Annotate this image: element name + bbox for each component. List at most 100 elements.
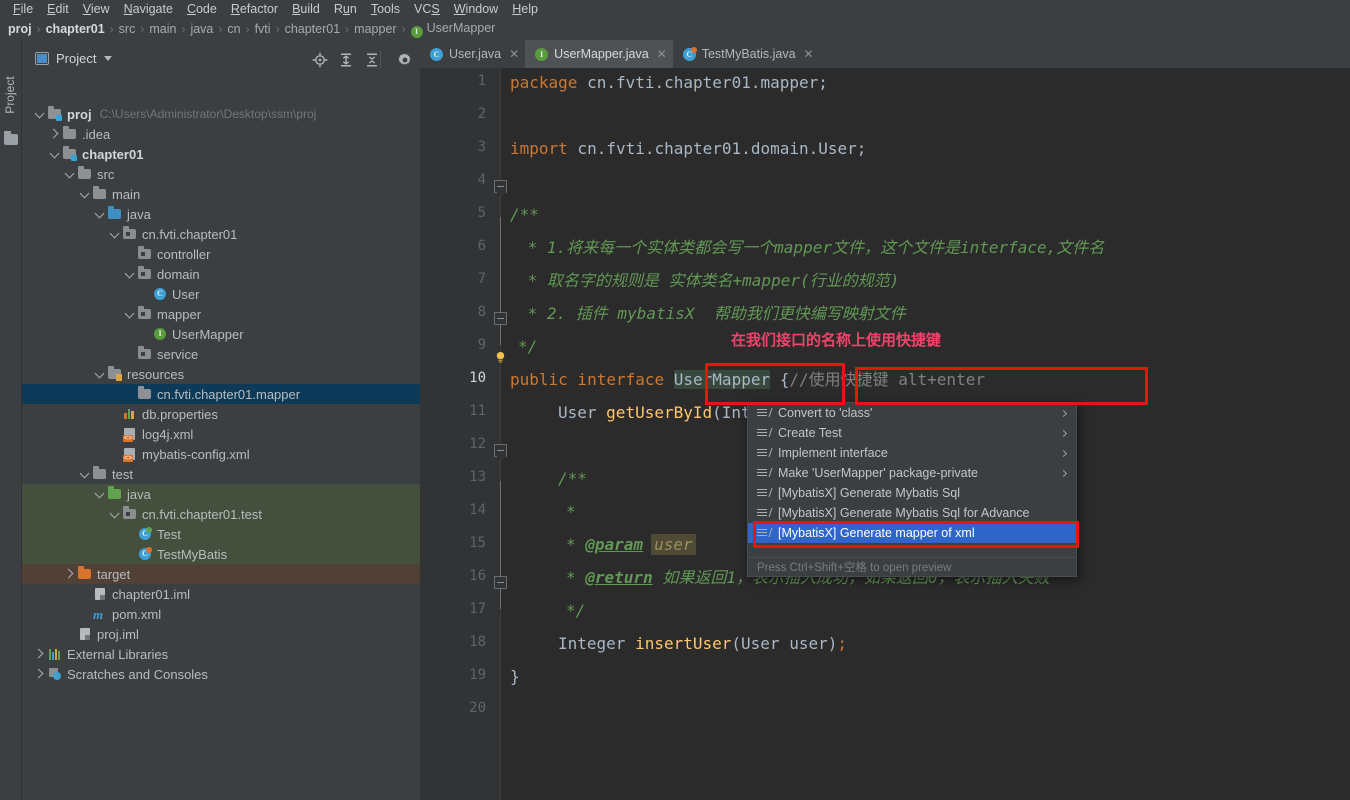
tree-item-controller[interactable]: controller: [22, 244, 420, 264]
tree-item-target[interactable]: target: [22, 564, 420, 584]
tree-item-db-properties[interactable]: db.properties: [22, 404, 420, 424]
menu-item-run[interactable]: Run: [327, 0, 364, 18]
chevron-down-icon[interactable]: [47, 147, 61, 161]
tree-item-resources[interactable]: resources: [22, 364, 420, 384]
close-icon[interactable]: ✕: [804, 47, 814, 61]
chevron-down-icon[interactable]: [92, 487, 106, 501]
breadcrumb-item-chapter01[interactable]: chapter01: [46, 22, 105, 36]
breadcrumb-item-chapter01[interactable]: chapter01: [285, 22, 341, 36]
breadcrumb-item-fvti[interactable]: fvti: [255, 22, 271, 36]
properties-file-icon: [122, 407, 137, 421]
chevron-down-icon[interactable]: [107, 507, 121, 521]
fold-marker-line-13[interactable]: [494, 444, 507, 457]
editor-tab-user-java[interactable]: C User.java ✕: [420, 40, 525, 68]
editor-tab-testmybatis-java[interactable]: C TestMyBatis.java ✕: [673, 40, 820, 68]
tree-item-java[interactable]: java: [22, 484, 420, 504]
chevron-down-icon[interactable]: [122, 267, 136, 281]
menu-item-view[interactable]: View: [76, 0, 117, 18]
tree-item-proj[interactable]: proj C:\Users\Administrator\Desktop\ssm\p…: [22, 104, 420, 124]
chevron-right-icon: [1059, 429, 1068, 437]
editor-gutter[interactable]: 1 2 3 4 5 6 7 8 9 10 11 12 13 14 15 16 17 18 19 20: [420, 68, 500, 800]
tree-item-user[interactable]: C User: [22, 284, 420, 304]
intention-item-2[interactable]: Implement interface: [748, 443, 1076, 463]
locate-file-icon[interactable]: [312, 52, 328, 68]
chevron-right-icon[interactable]: [32, 667, 46, 681]
settings-gear-icon[interactable]: [397, 52, 413, 68]
tree-item-scratches-and-consoles[interactable]: Scratches and Consoles: [22, 664, 420, 684]
tree-item-usermapper[interactable]: I UserMapper: [22, 324, 420, 344]
intention-bulb-icon[interactable]: [494, 351, 507, 365]
chevron-down-icon[interactable]: [104, 55, 113, 61]
code-line-9: */: [518, 337, 538, 356]
breadcrumb-item-usermapper[interactable]: I UserMapper: [410, 21, 495, 38]
tree-item-pom-xml[interactable]: m pom.xml: [22, 604, 420, 624]
tree-item-cn-fvti-chapter01-mapper[interactable]: cn.fvti.chapter01.mapper: [22, 384, 420, 404]
tree-item-main[interactable]: main: [22, 184, 420, 204]
breadcrumb-item-src[interactable]: src: [119, 22, 136, 36]
tree-item-chapter01[interactable]: chapter01: [22, 144, 420, 164]
tree-item-cn-fvti-chapter01[interactable]: cn.fvti.chapter01: [22, 224, 420, 244]
code-line-3: import cn.fvti.chapter01.domain.User;: [510, 139, 866, 159]
close-icon[interactable]: ✕: [657, 47, 667, 61]
menu-item-build[interactable]: Build: [285, 0, 327, 18]
intention-item-4[interactable]: [MybatisX] Generate Mybatis Sql: [748, 483, 1076, 503]
tree-item-java[interactable]: java: [22, 204, 420, 224]
tree-item-mapper[interactable]: mapper: [22, 304, 420, 324]
tree-item-cn-fvti-chapter01-test[interactable]: cn.fvti.chapter01.test: [22, 504, 420, 524]
chevron-down-icon[interactable]: [77, 467, 91, 481]
menu-item-tools[interactable]: Tools: [364, 0, 407, 18]
chevron-right-icon[interactable]: [62, 567, 76, 581]
chevron-right-icon[interactable]: [32, 647, 46, 661]
breadcrumb-item-mapper[interactable]: mapper: [354, 22, 396, 36]
intention-actions-popup[interactable]: Convert to 'class' Create Test Implement i…: [747, 402, 1077, 577]
editor-tab-usermapper-java[interactable]: I UserMapper.java ✕: [525, 40, 673, 68]
token-star: *: [566, 535, 586, 554]
close-icon[interactable]: ✕: [509, 47, 519, 61]
fold-marker-line-9[interactable]: [494, 312, 507, 325]
project-tree[interactable]: proj C:\Users\Administrator\Desktop\ssm\p…: [22, 104, 420, 704]
menu-item-window[interactable]: Window: [447, 0, 505, 18]
tree-item-mybatis-config-xml[interactable]: mybatis-config.xml: [22, 444, 420, 464]
menu-item-file[interactable]: File: [6, 0, 40, 18]
chevron-down-icon[interactable]: [107, 227, 121, 241]
breadcrumb-item-java[interactable]: java: [190, 22, 213, 36]
menu-item-refactor[interactable]: Refactor: [224, 0, 285, 18]
tree-item-log4j-xml[interactable]: log4j.xml: [22, 424, 420, 444]
chevron-down-icon[interactable]: [77, 187, 91, 201]
tree-item--idea[interactable]: .idea: [22, 124, 420, 144]
tree-item-src[interactable]: src: [22, 164, 420, 184]
menu-item-navigate[interactable]: Navigate: [117, 0, 180, 18]
breadcrumb-item-proj[interactable]: proj: [8, 22, 32, 36]
collapse-all-icon[interactable]: [364, 52, 380, 68]
tree-item-proj-iml[interactable]: proj.iml: [22, 624, 420, 644]
intention-item-6[interactable]: [MybatisX] Generate mapper of xml: [748, 523, 1076, 543]
scratches-icon: [47, 667, 62, 681]
breadcrumb-item-main[interactable]: main: [149, 22, 176, 36]
tree-item-test[interactable]: C Test: [22, 524, 420, 544]
chevron-down-icon[interactable]: [92, 207, 106, 221]
chevron-down-icon[interactable]: [92, 367, 106, 381]
menu-item-help[interactable]: Help: [505, 0, 545, 18]
chevron-down-icon[interactable]: [32, 107, 46, 121]
chevron-right-icon[interactable]: [47, 127, 61, 141]
menu-item-vcs[interactable]: VCS: [407, 0, 447, 18]
tree-item-external-libraries[interactable]: External Libraries: [22, 644, 420, 664]
intention-item-0[interactable]: Convert to 'class': [748, 403, 1076, 423]
tree-item-chapter01-iml[interactable]: chapter01.iml: [22, 584, 420, 604]
expand-all-icon[interactable]: [338, 52, 354, 68]
intention-item-5[interactable]: [MybatisX] Generate Mybatis Sql for Adva…: [748, 503, 1076, 523]
chevron-down-icon[interactable]: [62, 167, 76, 181]
intention-item-1[interactable]: Create Test: [748, 423, 1076, 443]
tree-item-test[interactable]: test: [22, 464, 420, 484]
fold-marker-line-17[interactable]: [494, 576, 507, 589]
tree-item-testmybatis[interactable]: C TestMyBatis: [22, 544, 420, 564]
tree-item-domain[interactable]: domain: [22, 264, 420, 284]
menu-item-edit[interactable]: Edit: [40, 0, 76, 18]
menu-item-code[interactable]: Code: [180, 0, 224, 18]
intention-item-3[interactable]: Make 'UserMapper' package-private: [748, 463, 1076, 483]
project-tool-window-tab[interactable]: Project: [3, 67, 17, 123]
breadcrumb-item-cn[interactable]: cn: [227, 22, 240, 36]
tree-item-service[interactable]: service: [22, 344, 420, 364]
chevron-down-icon[interactable]: [122, 307, 136, 321]
fold-marker-line-5[interactable]: [494, 180, 507, 193]
